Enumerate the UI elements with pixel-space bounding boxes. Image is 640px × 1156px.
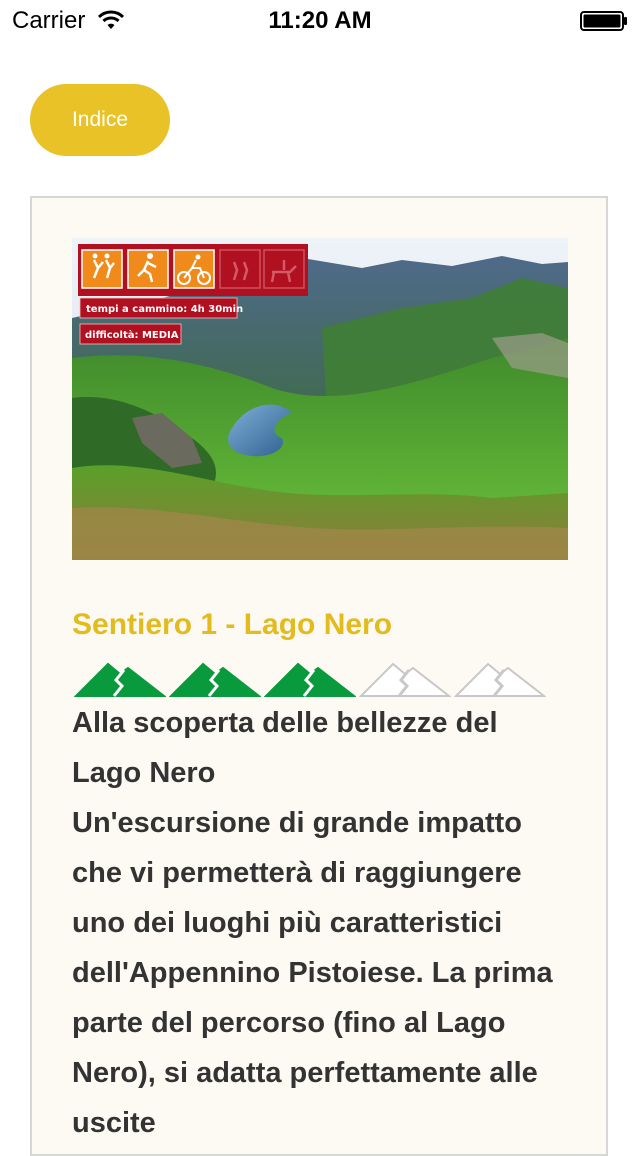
mountain-empty-icon	[454, 662, 546, 697]
mountain-filled-icon	[264, 662, 356, 697]
trail-photo: tempi a cammino: 4h 30min difficoltà: ME…	[72, 238, 568, 560]
mountain-empty-icon	[359, 662, 451, 697]
clock: 11:20 AM	[268, 7, 372, 34]
trail-description-block: Alla scoperta delle bellezze del Lago Ne…	[72, 698, 572, 1148]
walking-icon	[219, 249, 261, 289]
status-bar: Carrier 11:20 AM	[0, 0, 640, 40]
trail-subtitle: Alla scoperta delle bellezze del Lago Ne…	[72, 707, 498, 789]
mountain-filled-icon	[169, 662, 261, 697]
mountain-filled-icon	[74, 662, 166, 697]
trail-card: tempi a cammino: 4h 30min difficoltà: ME…	[30, 196, 608, 1156]
index-button[interactable]: Indice	[30, 84, 170, 156]
running-icon	[127, 249, 169, 289]
trail-description: Un'escursione di grande impatto che vi p…	[72, 807, 553, 1139]
hiking-icon	[81, 249, 123, 289]
horse-riding-icon	[263, 249, 305, 289]
battery-icon	[580, 11, 627, 31]
trail-title: Sentiero 1 - Lago Nero	[72, 608, 393, 641]
walking-time-label: tempi a cammino: 4h 30min	[86, 304, 243, 315]
difficulty-rating	[74, 658, 574, 702]
cycling-icon	[173, 249, 215, 289]
activity-icons	[78, 244, 308, 296]
difficulty-label: difficoltà: MEDIA	[85, 329, 179, 341]
